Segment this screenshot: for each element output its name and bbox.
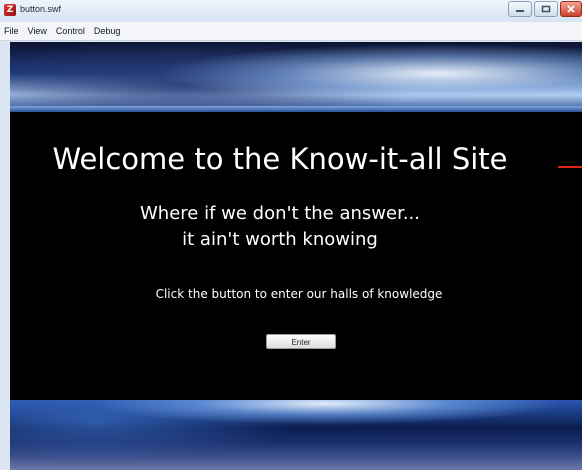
menu-control[interactable]: Control (52, 22, 90, 40)
flash-stage: Welcome to the Know-it-all Site Where if… (10, 42, 582, 470)
bottom-decorative-band (10, 400, 582, 470)
close-icon (567, 5, 575, 13)
window-controls (508, 1, 582, 19)
menu-file[interactable]: File (0, 22, 24, 40)
flash-app-icon: Z (4, 4, 16, 16)
headline-accent-line (558, 166, 582, 168)
player-window: Z button.swf File View Control Debug Wel… (0, 0, 582, 470)
top-decorative-band (10, 42, 582, 112)
welcome-headline: Welcome to the Know-it-all Site (52, 142, 508, 176)
minimize-icon (516, 10, 524, 12)
enter-button[interactable]: Enter (266, 334, 336, 349)
window-title: button.swf (20, 4, 62, 14)
menu-view[interactable]: View (24, 22, 52, 40)
instruction-text: Click the button to enter our halls of k… (155, 287, 443, 301)
minimize-button[interactable] (508, 1, 532, 17)
close-button[interactable] (560, 1, 582, 17)
menu-bar: File View Control Debug (0, 22, 582, 41)
maximize-button[interactable] (534, 1, 558, 17)
title-bar[interactable]: Z button.swf (0, 0, 582, 23)
tagline-line-2: it ain't worth knowing (182, 229, 378, 250)
tagline-line-1: Where if we don't the answer... (139, 203, 421, 224)
menu-debug[interactable]: Debug (90, 22, 126, 40)
maximize-icon (541, 5, 551, 13)
